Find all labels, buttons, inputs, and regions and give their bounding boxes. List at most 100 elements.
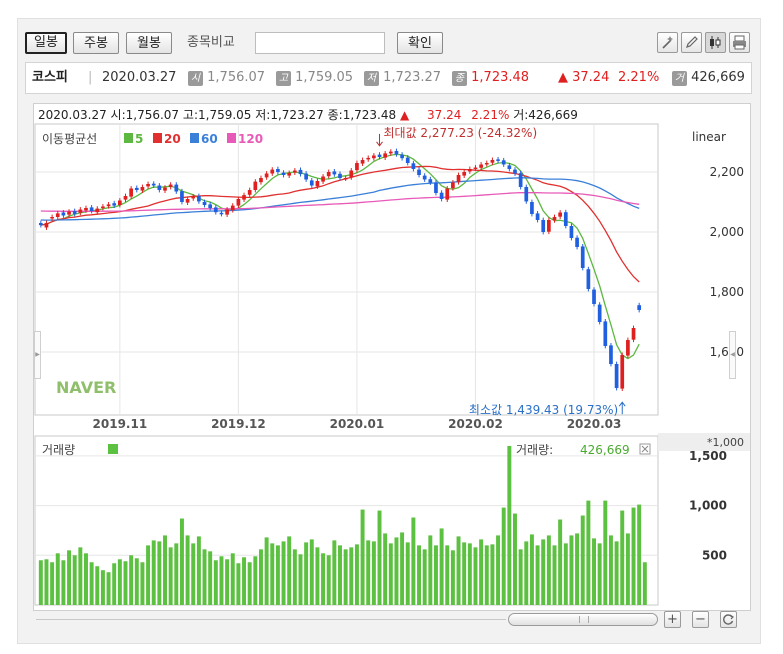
date-axis: 2019.11 2019.12 2020.01 2020.02 2020.03 <box>93 417 622 431</box>
volume-bar <box>535 545 540 605</box>
candle-body <box>558 212 563 217</box>
candle-body <box>513 169 517 174</box>
price-tick-label: 2,200 <box>710 165 744 179</box>
volume-bar <box>563 543 568 605</box>
volume-bar <box>332 540 337 605</box>
candle-body <box>38 223 43 226</box>
candle-body <box>501 160 506 165</box>
candle-body <box>117 200 122 205</box>
volume-bar <box>450 550 455 605</box>
candle-body <box>321 176 325 182</box>
volume-bar <box>123 561 128 605</box>
volume-bar <box>298 554 303 605</box>
volume-bar <box>620 510 625 605</box>
candle-body <box>276 169 280 172</box>
volume-bar <box>496 535 501 605</box>
scroll-thumb[interactable] <box>508 613 658 626</box>
price-tick-label: 1,800 <box>710 285 744 299</box>
candle-body <box>151 183 156 186</box>
candle-body <box>496 159 500 161</box>
candle-body <box>451 182 455 189</box>
candle-body <box>134 187 139 190</box>
max-annotation: 최대값 2,277.23 (-24.32%) <box>384 126 538 140</box>
candle-body <box>84 208 88 211</box>
candle-body <box>383 153 388 158</box>
volume-bar <box>247 562 252 605</box>
candle-body <box>309 180 314 186</box>
volume-bar <box>462 542 467 605</box>
candle-body <box>180 191 184 202</box>
volume-bar <box>208 551 213 605</box>
ma-legend-swatch-5 <box>124 133 133 143</box>
candle-body <box>462 172 467 176</box>
scroll-track[interactable] <box>36 619 506 620</box>
candle-body <box>614 364 619 388</box>
candle-body <box>61 212 66 216</box>
candle-body <box>287 172 292 176</box>
candle-body <box>631 328 636 340</box>
candle-body <box>417 169 421 175</box>
volume-bar <box>258 549 263 605</box>
candle-body <box>473 167 478 169</box>
volume-bar <box>106 572 111 605</box>
candle-body <box>259 178 263 183</box>
volume-bar <box>592 538 596 605</box>
candle-body <box>264 173 269 178</box>
candle-body <box>372 155 376 159</box>
candle-body <box>44 223 49 228</box>
volume-bar <box>518 549 523 605</box>
volume-bar <box>405 542 410 605</box>
volume-bar <box>134 558 139 605</box>
zoom-in-button[interactable]: + <box>664 611 681 628</box>
scale-label[interactable]: linear <box>692 130 726 144</box>
volume-bar <box>546 535 551 605</box>
volume-bar <box>163 535 167 605</box>
candle-body <box>366 157 371 160</box>
volume-bar <box>507 445 512 605</box>
volume-bar <box>558 519 563 605</box>
volume-bar <box>637 504 642 605</box>
price-tick-label: 1,600 <box>710 345 744 359</box>
price-plot-frame <box>34 123 659 416</box>
candle-body <box>55 213 60 217</box>
volume-bar <box>326 555 331 605</box>
candle-body <box>50 217 54 219</box>
candle-body <box>281 172 286 175</box>
left-panel-toggle[interactable]: ▶ <box>34 331 41 379</box>
candle-body <box>67 211 71 215</box>
volume-bar <box>608 535 613 605</box>
candle-body <box>89 207 94 211</box>
refresh-icon[interactable] <box>720 611 737 628</box>
candle-body <box>338 173 342 178</box>
zoom-out-button[interactable]: − <box>692 611 709 628</box>
volume-bar <box>388 543 393 605</box>
date-tick-label: 2019.11 <box>93 417 148 431</box>
volume-bar <box>55 553 60 605</box>
candle-body <box>292 170 297 173</box>
volume-tick-label: 500 <box>702 548 727 562</box>
candle-body <box>637 305 642 310</box>
volume-bar <box>202 549 207 605</box>
volume-bar <box>343 549 348 605</box>
candle-body <box>360 160 365 164</box>
volume-bar <box>411 517 416 605</box>
candle-body <box>388 151 393 154</box>
candle-body <box>405 157 410 163</box>
volume-bar <box>309 539 314 605</box>
volume-bar <box>191 543 196 605</box>
right-panel-toggle[interactable]: ◀ <box>729 331 736 379</box>
candle-body <box>541 220 546 232</box>
volume-bar <box>597 543 602 605</box>
volume-bar <box>242 557 247 605</box>
volume-bar <box>445 545 450 605</box>
candle-body <box>422 175 427 180</box>
price-axis: 2,200 2,000 1,800 1,600 <box>710 165 744 359</box>
candle-body <box>332 171 337 175</box>
candle-body <box>547 220 551 232</box>
volume-bar <box>100 570 105 605</box>
candle-body <box>253 181 258 190</box>
candle-body <box>72 211 77 214</box>
candle-body <box>219 212 224 215</box>
volume-bar <box>61 560 66 605</box>
candle-body <box>456 175 461 183</box>
